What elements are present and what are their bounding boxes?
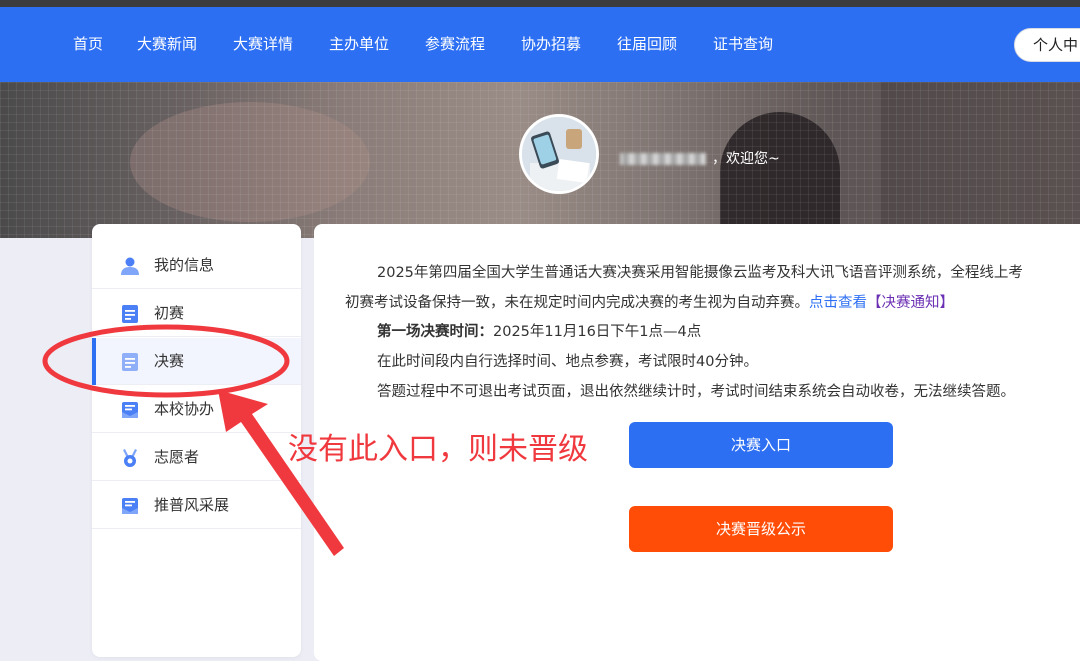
final-promotion-button[interactable]: 决赛晋级公示 — [629, 506, 893, 552]
intro-line-2: 初赛考试设备保持一致，未在规定时间内完成决赛的考生视为自动弃赛。点击查看【决赛通… — [345, 295, 954, 311]
nav-organizer[interactable]: 主办单位 — [329, 7, 389, 82]
user-center-button[interactable]: 个人中 — [1014, 28, 1080, 62]
note-2: 答题过程中不可退出考试页面，退出依然继续计时，考试时间结束系统会自动收卷，无法继… — [377, 384, 1015, 400]
nav-home[interactable]: 首页 — [73, 7, 103, 82]
document-icon — [122, 305, 138, 323]
round-label: 第一场决赛时间： — [377, 324, 493, 340]
blurred-username — [620, 153, 706, 165]
sidebar-item-label: 志愿者 — [154, 448, 200, 466]
mail-icon — [122, 402, 138, 418]
nav-details[interactable]: 大赛详情 — [233, 7, 293, 82]
nav-process[interactable]: 参赛流程 — [425, 7, 485, 82]
sidebar-item-volunteer[interactable]: 志愿者 — [92, 434, 301, 481]
sidebar-item-label: 本校协办 — [154, 400, 215, 418]
note-1: 在此时间段内自行选择时间、地点参赛，考试限时40分钟。 — [377, 354, 758, 370]
profile-banner: ，欢迎您~ — [0, 82, 1080, 238]
sidebar: 我的信息 初赛 决赛 本校协办 志愿者 推普风采展 — [92, 224, 301, 657]
window-top-strip — [0, 0, 1080, 7]
nav-review[interactable]: 往届回顾 — [617, 7, 677, 82]
nav-certificate[interactable]: 证书查询 — [713, 7, 773, 82]
sidebar-item-school-co-organizer[interactable]: 本校协办 — [92, 386, 301, 433]
user-icon — [121, 257, 139, 275]
annotation-text: 没有此入口，则未晋级 — [288, 432, 588, 467]
view-link[interactable]: 点击查看 — [809, 295, 867, 311]
sidebar-item-final[interactable]: 决赛 — [92, 338, 301, 385]
document-icon — [122, 353, 138, 371]
avatar[interactable] — [519, 114, 599, 194]
sidebar-item-showcase[interactable]: 推普风采展 — [92, 482, 301, 529]
intro-line-1: 2025年第四届全国大学生普通话大赛决赛采用智能摄像云监考及科大讯飞语音评测系统… — [377, 265, 1023, 281]
avatar-image — [522, 117, 596, 191]
final-entry-button[interactable]: 决赛入口 — [629, 422, 893, 468]
nav-news[interactable]: 大赛新闻 — [137, 7, 197, 82]
medal-icon — [123, 449, 137, 467]
sidebar-item-my-info[interactable]: 我的信息 — [92, 242, 301, 289]
round-time: 第一场决赛时间：2025年11月16日下午1点—4点 — [377, 320, 701, 341]
final-notice-link[interactable]: 【决赛通知】 — [867, 295, 954, 311]
nav-co-organizer[interactable]: 协办招募 — [521, 7, 581, 82]
sidebar-item-label: 推普风采展 — [154, 496, 230, 514]
sidebar-item-preliminary[interactable]: 初赛 — [92, 290, 301, 337]
round-time-value: 2025年11月16日下午1点—4点 — [493, 324, 702, 340]
sidebar-item-label: 决赛 — [154, 352, 185, 370]
sidebar-item-label: 初赛 — [154, 304, 185, 322]
mail-icon — [122, 498, 138, 514]
welcome-text: ，欢迎您~ — [620, 148, 780, 168]
sidebar-item-label: 我的信息 — [154, 256, 215, 274]
top-nav: 首页 大赛新闻 大赛详情 主办单位 参赛流程 协办招募 往届回顾 证书查询 个人… — [0, 7, 1080, 82]
